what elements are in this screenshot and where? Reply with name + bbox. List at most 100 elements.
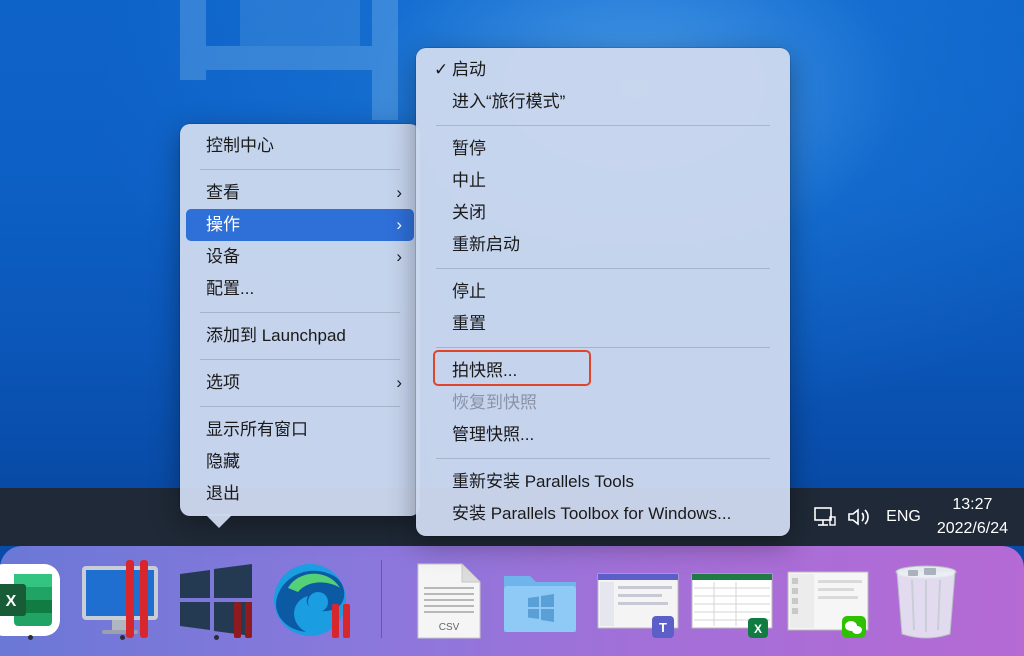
menu-item-label: 启动	[452, 60, 486, 79]
system-tray: ENG 13:27 2022/6/24	[812, 488, 1024, 546]
menu-item-label: 操作	[206, 215, 240, 234]
parallels-desktop-icon	[82, 560, 158, 638]
menu-item-label: 配置...	[206, 279, 255, 298]
trash-icon	[895, 565, 957, 639]
menu-item-restart[interactable]: 重新启动	[422, 229, 784, 261]
menu-pointer-arrow	[205, 514, 233, 528]
menu-item-label: 恢复到快照	[452, 393, 537, 412]
menu-item-stop[interactable]: 停止	[422, 276, 784, 308]
svg-text:X: X	[6, 593, 17, 610]
dock-item-wechat-window[interactable]	[786, 558, 870, 642]
csv-file-icon: CSV	[417, 563, 481, 639]
wallpaper-light-beam	[372, 0, 398, 120]
menu-separator	[200, 169, 400, 170]
svg-text:T: T	[659, 620, 667, 635]
dock-context-menu: 控制中心 查看 › 操作 › 设备 › 配置... 添加到 Launchpad 选项 ›…	[180, 124, 420, 516]
teams-window-preview: T	[597, 573, 679, 638]
menu-item-manage-snapshots[interactable]: 管理快照...	[422, 419, 784, 451]
dock-item-windows[interactable]	[174, 558, 258, 642]
menu-item-reset[interactable]: 重置	[422, 308, 784, 340]
menu-item-enter-travel-mode[interactable]: 进入“旅行模式”	[422, 86, 784, 118]
running-indicator	[214, 635, 219, 640]
annotation-highlight-box	[433, 350, 591, 386]
dock-item-excel-window[interactable]: X	[690, 558, 774, 642]
macos-dock: X CSV T X	[0, 546, 1024, 656]
menu-item-label: 暂停	[452, 139, 486, 158]
menu-item-install-parallels-toolbox[interactable]: 安装 Parallels Toolbox for Windows...	[422, 498, 784, 530]
taskbar-clock[interactable]: 13:27 2022/6/24	[937, 493, 1008, 541]
chevron-right-icon: ›	[396, 183, 402, 202]
menu-item-devices[interactable]: 设备 ›	[186, 241, 414, 273]
menu-item-shut-down[interactable]: 关闭	[422, 197, 784, 229]
menu-item-actions[interactable]: 操作 ›	[186, 209, 414, 241]
menu-item-label: 隐藏	[206, 452, 240, 471]
menu-item-show-all-windows[interactable]: 显示所有窗口	[186, 414, 414, 446]
menu-separator	[436, 347, 770, 348]
clock-date: 2022/6/24	[936, 520, 1008, 537]
csv-badge: CSV	[439, 622, 460, 633]
chevron-right-icon: ›	[396, 247, 402, 266]
dock-item-windows-folder[interactable]	[498, 558, 582, 642]
menu-item-label: 重置	[452, 314, 486, 333]
volume-icon[interactable]	[846, 504, 872, 530]
menu-separator	[436, 458, 770, 459]
menu-item-configure[interactable]: 配置...	[186, 273, 414, 305]
excel-window-preview: X	[691, 573, 773, 638]
menu-item-reinstall-parallels-tools[interactable]: 重新安装 Parallels Tools	[422, 466, 784, 498]
menu-item-pause[interactable]: 暂停	[422, 133, 784, 165]
dock-item-edge[interactable]	[268, 558, 352, 642]
chevron-right-icon: ›	[396, 373, 402, 392]
menu-item-label: 设备	[206, 247, 240, 266]
menu-item-options[interactable]: 选项 ›	[186, 367, 414, 399]
menu-item-label: 查看	[206, 183, 240, 202]
dock-item-trash[interactable]	[884, 558, 968, 642]
menu-item-revert-to-snapshot: 恢复到快照	[422, 387, 784, 419]
wechat-window-preview	[787, 571, 869, 638]
dock-item-parallels-desktop[interactable]	[80, 558, 164, 642]
menu-item-label: 重新启动	[452, 235, 520, 254]
menu-separator	[200, 406, 400, 407]
menu-separator	[200, 312, 400, 313]
wallpaper-light-beam	[180, 0, 206, 80]
menu-item-label: 关闭	[452, 203, 486, 222]
menu-item-hide[interactable]: 隐藏	[186, 446, 414, 478]
windows-folder-icon	[504, 576, 576, 632]
windows-10-icon	[180, 564, 252, 638]
menu-separator	[436, 268, 770, 269]
wallpaper-light-beam	[206, 46, 372, 70]
svg-text:X: X	[754, 622, 762, 636]
menu-item-control-center[interactable]: 控制中心	[186, 130, 414, 162]
dock-item-excel[interactable]: X	[0, 558, 64, 642]
dock-item-csv-file[interactable]: CSV	[406, 558, 490, 642]
menu-separator	[436, 125, 770, 126]
menu-item-label: 添加到 Launchpad	[206, 326, 346, 345]
menu-item-label: 停止	[452, 282, 486, 301]
language-indicator[interactable]: ENG	[886, 508, 921, 526]
menu-item-start[interactable]: ✓ 启动	[422, 54, 784, 86]
excel-icon: X	[0, 564, 60, 636]
menu-item-quit[interactable]: 退出	[186, 478, 414, 510]
dock-item-teams-window[interactable]: T	[596, 558, 680, 642]
dock-divider	[381, 560, 382, 638]
network-icon[interactable]	[812, 504, 838, 530]
menu-item-label: 管理快照...	[452, 425, 535, 444]
edge-icon	[274, 564, 350, 638]
checkmark-icon: ✓	[434, 60, 449, 79]
menu-item-label: 进入“旅行模式”	[452, 92, 566, 111]
wallpaper-light-beam	[240, 0, 360, 46]
menu-separator	[200, 359, 400, 360]
menu-item-label: 中止	[452, 171, 486, 190]
chevron-right-icon: ›	[396, 215, 402, 234]
actions-submenu: ✓ 启动 进入“旅行模式” 暂停 中止 关闭 重新启动 停止 重置 拍快照... …	[416, 48, 790, 536]
menu-item-label: 选项	[206, 373, 240, 392]
menu-item-label: 重新安装 Parallels Tools	[452, 472, 635, 491]
menu-item-view[interactable]: 查看 ›	[186, 177, 414, 209]
menu-item-label: 控制中心	[206, 136, 274, 155]
menu-item-suspend[interactable]: 中止	[422, 165, 784, 197]
menu-item-label: 显示所有窗口	[206, 420, 308, 439]
menu-item-add-to-launchpad[interactable]: 添加到 Launchpad	[186, 320, 414, 352]
running-indicator	[28, 635, 33, 640]
menu-item-label: 安装 Parallels Toolbox for Windows...	[452, 504, 732, 523]
menu-item-label: 退出	[206, 484, 240, 503]
clock-time: 13:27	[952, 496, 993, 513]
